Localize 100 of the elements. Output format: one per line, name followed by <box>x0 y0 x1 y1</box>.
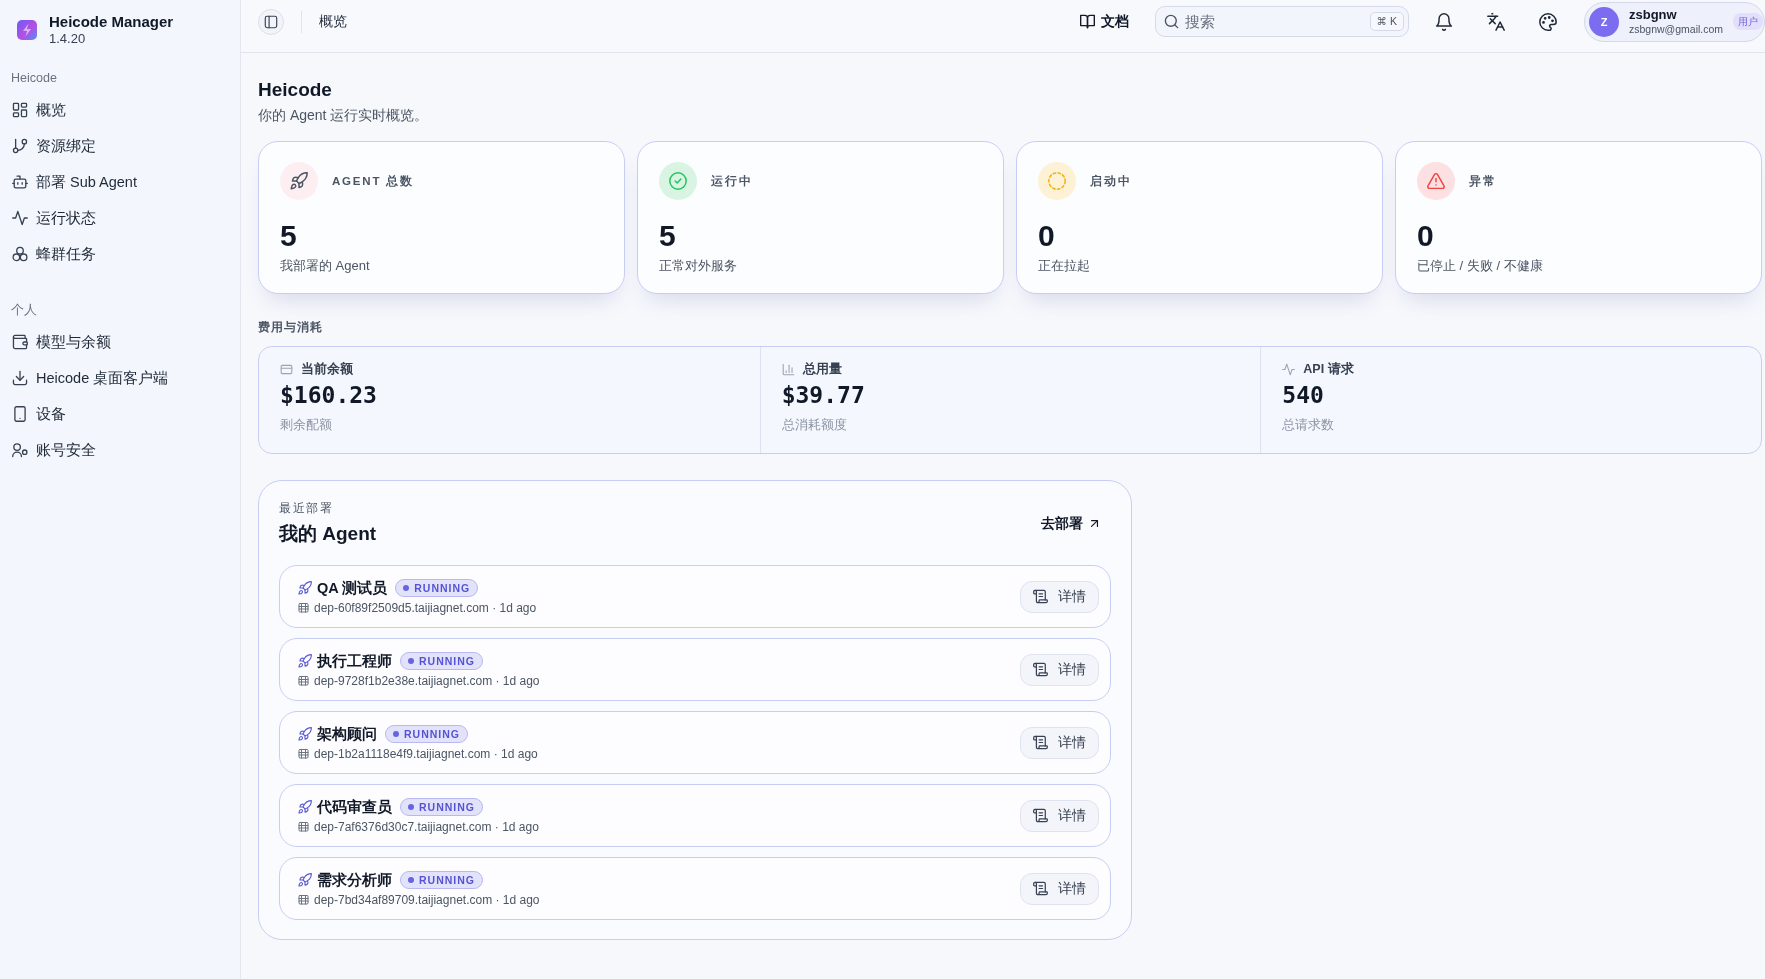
section-eyebrow: 最近部署 <box>279 501 333 515</box>
status-dot-icon <box>403 584 410 591</box>
tablet-icon <box>12 406 28 422</box>
shortcut-hint: ⌘ K <box>1369 12 1404 31</box>
panel-icon <box>264 14 278 29</box>
details-button[interactable]: 详情 <box>1020 799 1099 832</box>
agent-name: QA 测试员 <box>317 578 388 598</box>
nav-item[interactable]: Heicode 桌面客户端 <box>12 367 169 389</box>
stat-value: 5 <box>280 219 297 253</box>
nav-item[interactable]: 账号安全 <box>12 439 96 461</box>
stat-value: 0 <box>1417 219 1434 253</box>
user-icon <box>12 442 28 458</box>
metric-label: API 请求 <box>1303 361 1354 377</box>
status-text: RUNNING <box>414 581 471 594</box>
pulse-icon <box>12 210 28 226</box>
user-menu-button[interactable]: Z zsbgnw zsbgnw@gmail.com 用户 <box>1584 1 1765 42</box>
nav-item[interactable]: 设备 <box>12 403 66 425</box>
rocket-icon <box>298 872 312 887</box>
user-email: zsbgnw@gmail.com <box>1629 22 1724 36</box>
metric-caption: 总请求数 <box>1282 417 1335 433</box>
rocket-icon <box>298 653 312 668</box>
table-icon <box>298 821 309 832</box>
metric-label: 总用量 <box>802 361 842 377</box>
scroll-icon <box>1033 589 1048 604</box>
grid-icon <box>12 102 28 118</box>
status-dot-icon <box>408 657 414 664</box>
app-version: 1.4.20 <box>49 31 86 47</box>
metric-value: 540 <box>1282 381 1324 409</box>
breadcrumb: 概览 <box>319 12 347 31</box>
status-text: RUNNING <box>419 654 475 667</box>
dashed-circle-icon <box>1038 162 1076 200</box>
nav-item[interactable]: 模型与余额 <box>12 331 111 353</box>
details-button[interactable]: 详情 <box>1020 653 1099 686</box>
stat-caption: 我部署的 Agent <box>280 257 370 275</box>
nav-item[interactable]: 蜂群任务 <box>12 243 96 265</box>
stat-caption: 正常对外服务 <box>659 257 737 275</box>
scroll-icon <box>1033 662 1048 677</box>
status-dot-icon <box>408 876 414 883</box>
docs-link[interactable]: 文档 <box>1080 12 1129 31</box>
nav-item[interactable]: 资源绑定 <box>12 135 96 157</box>
page-title: Heicode <box>258 79 332 101</box>
bar-chart-icon <box>781 362 795 376</box>
section-title: 我的 Agent <box>279 522 377 546</box>
details-button[interactable]: 详情 <box>1020 872 1099 905</box>
table-icon <box>298 894 309 905</box>
table-icon <box>298 748 309 759</box>
pulse-icon <box>1282 362 1296 376</box>
book-icon <box>1080 14 1095 29</box>
agent-host: dep-1b2a1118e4f9.taijiagnet.com · 1d ago <box>314 745 538 762</box>
nav-item[interactable]: 概览 <box>12 99 66 121</box>
agent-name: 代码审查员 <box>317 797 392 817</box>
search-icon <box>1164 14 1179 29</box>
stat-label: AGENT 总数 <box>332 173 414 189</box>
section-label: 费用与消耗 <box>258 320 323 335</box>
scroll-icon <box>1033 808 1048 823</box>
stat-value: 5 <box>659 219 676 253</box>
agent-host: dep-7bd34af89709.taijiagnet.com · 1d ago <box>314 891 540 908</box>
check-circle-icon <box>659 162 697 200</box>
branch-icon <box>12 138 28 154</box>
metric-label: 当前余额 <box>301 361 353 377</box>
agent-host: dep-60f89f2509d5.taijiagnet.com · 1d ago <box>314 599 537 616</box>
user-avatar: Z <box>1589 6 1619 37</box>
details-button[interactable]: 详情 <box>1020 580 1099 613</box>
table-icon <box>298 602 309 613</box>
card-icon <box>280 362 293 376</box>
nav-item[interactable]: 运行状态 <box>12 207 96 229</box>
metric-caption: 剩余配额 <box>280 417 332 433</box>
scroll-icon <box>1033 735 1048 750</box>
nav-item[interactable]: 部署 Sub Agent <box>12 171 137 193</box>
rocket-icon <box>298 580 312 595</box>
agent-name: 架构顾问 <box>317 724 377 744</box>
translate-icon <box>1487 12 1505 31</box>
wallet-icon <box>12 334 28 350</box>
stat-label: 运行中 <box>711 173 753 189</box>
stat-caption: 已停止 / 失败 / 不健康 <box>1417 257 1543 275</box>
table-icon <box>298 675 309 686</box>
status-text: RUNNING <box>419 873 475 886</box>
stat-value: 0 <box>1038 219 1055 253</box>
download-icon <box>12 370 28 386</box>
details-button[interactable]: 详情 <box>1020 726 1099 759</box>
page-subtitle: 你的 Agent 运行实时概览。 <box>258 106 429 125</box>
agent-host: dep-7af6376d30c7.taijiagnet.com · 1d ago <box>314 818 539 835</box>
stat-label: 启动中 <box>1090 173 1132 189</box>
metric-value: $39.77 <box>781 381 865 409</box>
agent-host: dep-9728f1b2e38e.taijiagnet.com · 1d ago <box>314 672 540 689</box>
metric-value: $160.23 <box>280 381 377 409</box>
palette-icon <box>1539 12 1557 31</box>
deploy-link[interactable]: 去部署 <box>1041 514 1101 533</box>
agent-name: 执行工程师 <box>317 651 392 671</box>
status-text: RUNNING <box>404 727 460 740</box>
robot-icon <box>12 174 28 190</box>
rocket-icon <box>298 799 312 814</box>
status-dot-icon <box>393 730 399 737</box>
metric-caption: 总消耗额度 <box>781 417 847 433</box>
status-dot-icon <box>408 803 414 810</box>
status-text: RUNNING <box>419 800 475 813</box>
sidebar-toggle-button[interactable] <box>258 8 284 35</box>
rocket-icon <box>298 726 312 741</box>
agent-name: 需求分析师 <box>317 870 392 890</box>
warning-icon <box>1417 162 1455 200</box>
